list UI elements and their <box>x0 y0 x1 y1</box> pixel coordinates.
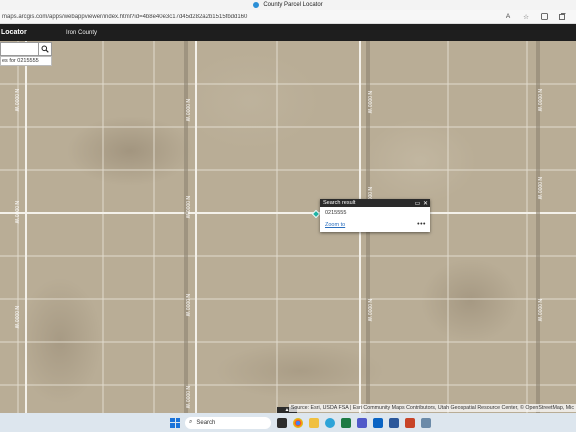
collections-icon[interactable] <box>558 13 566 21</box>
road-label: N 0000 W <box>184 196 190 219</box>
popup-value: 0215555 <box>325 210 347 216</box>
road-label: N 0000 W <box>184 294 190 317</box>
county-title: Iron County <box>66 29 98 36</box>
road-label: N 0000 W <box>536 299 542 322</box>
close-icon[interactable]: ✕ <box>422 200 429 207</box>
file-explorer-icon[interactable] <box>309 417 319 428</box>
map-attribution: Source: Esri, USDA FSA | Esri Community … <box>288 404 576 412</box>
parcel-grid <box>0 41 576 413</box>
search-icon <box>41 45 49 53</box>
taskbar-search-label: Search <box>196 419 216 426</box>
app-title: Locator <box>1 29 27 36</box>
road-label: N 0000 W <box>13 89 19 112</box>
popup-title: Search result <box>323 200 356 206</box>
app-icon[interactable] <box>421 417 431 428</box>
excel-icon[interactable] <box>341 417 351 428</box>
browser-window: County Parcel Locator maps.arcgis.com/ap… <box>0 0 576 432</box>
outlook-icon[interactable] <box>373 417 383 428</box>
edge-icon[interactable] <box>325 417 335 428</box>
search-button[interactable] <box>38 42 52 56</box>
address-bar[interactable]: maps.arcgis.com/apps/webappviewer/index.… <box>0 10 576 24</box>
word-icon[interactable] <box>389 417 399 428</box>
road-label: N 0000 W <box>13 306 19 329</box>
reader-mode-icon[interactable]: A <box>504 13 512 21</box>
favorite-star-icon[interactable]: ☆ <box>522 13 530 21</box>
site-favicon-icon <box>253 2 260 8</box>
road-label: N 0000 W <box>184 386 190 409</box>
road-label: N 0000 W <box>13 201 19 224</box>
teams-icon[interactable] <box>357 417 367 428</box>
browser-titlebar: County Parcel Locator <box>0 0 576 10</box>
taskbar: ⌕ Search <box>0 413 576 432</box>
chrome-icon[interactable] <box>293 417 303 428</box>
windows-start-icon[interactable] <box>170 417 180 428</box>
zoom-to-link[interactable]: Zoom to <box>325 222 345 228</box>
app-header: Locator Iron County <box>0 24 576 41</box>
search-result-popup: Search result ▭ ✕ 0215555 Zoom to ••• <box>320 199 430 232</box>
task-view-icon[interactable] <box>277 417 287 428</box>
popup-footer: Zoom to ••• <box>320 221 430 228</box>
road-label: N 0000 W <box>366 299 372 322</box>
taskbar-search-input[interactable]: ⌕ Search <box>185 416 271 429</box>
road-label: N 0000 W <box>366 91 372 114</box>
road-label: N 0000 W <box>184 99 190 122</box>
popup-header: Search result ▭ ✕ <box>320 199 430 207</box>
more-options-icon[interactable]: ••• <box>417 221 426 228</box>
search-suggestion[interactable]: es for 0215555 <box>0 56 52 66</box>
road-label: N 0000 W <box>536 89 542 112</box>
maximize-icon[interactable]: ▭ <box>414 200 421 207</box>
window-title: County Parcel Locator <box>263 2 323 8</box>
powerpoint-icon[interactable] <box>405 417 415 428</box>
url-text[interactable]: maps.arcgis.com/apps/webappviewer/index.… <box>0 14 504 20</box>
road-label: N 0000 W <box>536 177 542 200</box>
map-view[interactable]: N 0000 W N 0000 W N 0000 W N 0000 W N 00… <box>0 41 576 413</box>
extensions-icon[interactable] <box>540 13 548 21</box>
search-icon: ⌕ <box>189 419 193 425</box>
